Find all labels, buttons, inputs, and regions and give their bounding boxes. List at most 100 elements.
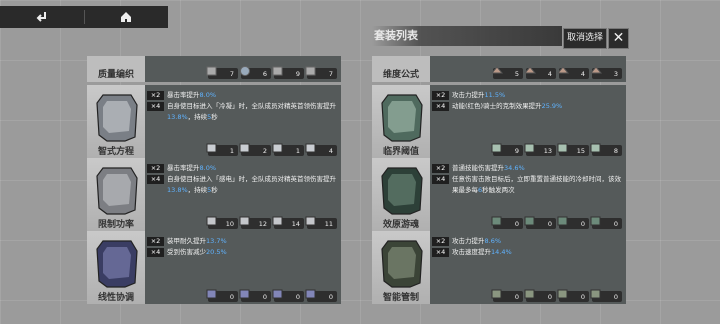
component-count: 0 xyxy=(580,292,585,301)
back-button[interactable] xyxy=(0,6,84,28)
component-part-icon xyxy=(557,143,568,153)
component-part-icon xyxy=(524,143,535,153)
effect-text: 任意伤害击败目标后，立即重置普通技能的冷却时间，该效果最多每6秒触发两次 xyxy=(452,174,622,196)
return-arrow-icon xyxy=(36,12,46,22)
effect-label: 动能(红色)骑士的克制效果提升 xyxy=(452,102,542,110)
component-counts: 5 4 4 3 xyxy=(490,66,622,79)
component-count: 1 xyxy=(295,146,300,155)
component-slot: 10 xyxy=(206,216,238,229)
suit-effects: ×2 暴击率提升8.0% ×4 自身使目标进入「冷凝」时，全队成员对精英首领伤害提升 1… xyxy=(147,90,337,123)
component-count: 0 xyxy=(514,219,519,228)
component-part-icon xyxy=(589,66,603,74)
effect-row: ×4 自身使目标进入「冷凝」时，全队成员对精英首领伤害提升13.8%，持续5秒 xyxy=(147,101,337,123)
suit-name: 质量编织 xyxy=(97,70,134,80)
component-slot: 11 xyxy=(305,216,337,229)
piece-count-badge: ×2 xyxy=(147,164,164,173)
suit-card[interactable]: 效原游魂 ×2 普通技能伤害提升34.6% ×4 任意伤害击败目标后，立即重置普通技能的… xyxy=(372,158,626,231)
component-part-icon xyxy=(206,143,217,153)
suit-armor-image xyxy=(381,240,423,288)
piece-count-badge: ×2 xyxy=(432,237,449,246)
effect-row: ×4 任意伤害击败目标后，立即重置普通技能的冷却时间，该效果最多每6秒触发两次 xyxy=(432,174,622,196)
component-slot: 9 xyxy=(491,143,523,156)
component-part-icon xyxy=(272,216,283,226)
component-slot: 4 xyxy=(523,66,556,79)
effect-label: 装甲耐久提升 xyxy=(167,237,206,245)
component-count: 0 xyxy=(262,292,267,301)
suit-card[interactable]: 智能管制 ×2 攻击力提升8.6% ×4 攻击速度提升14.4% 0 0 0 0 xyxy=(372,231,626,304)
component-part-icon xyxy=(590,216,601,226)
effect-text: 暴击率提升8.0% xyxy=(167,163,216,174)
suit-card-partial-left[interactable]: 质量编织 7 6 9 7 xyxy=(87,56,341,82)
component-counts: 1 2 1 4 xyxy=(206,143,337,156)
suit-card[interactable]: 智式方程 ×2 暴击率提升8.0% ×4 自身使目标进入「冷凝」时，全队成员对精英首领伤… xyxy=(87,85,341,158)
effect-value: 25.9% xyxy=(541,102,563,110)
close-button[interactable]: ✕ xyxy=(608,28,629,49)
component-part-icon xyxy=(524,289,535,299)
top-toolbar xyxy=(0,6,168,28)
effect-text: 攻击速度提升14.4% xyxy=(452,247,512,258)
component-count: 9 xyxy=(514,146,519,155)
effect-row: ×4 受到伤害减少20.5% xyxy=(147,247,337,258)
component-part-icon xyxy=(590,143,601,153)
cancel-selection-button[interactable]: 取消选择 xyxy=(563,28,607,49)
effect-value: 8.6% xyxy=(484,237,502,245)
component-slot: 1 xyxy=(206,143,238,156)
component-counts: 0 0 0 0 xyxy=(491,216,622,229)
component-slot: 0 xyxy=(491,289,523,302)
component-count: 0 xyxy=(547,292,552,301)
component-count: 0 xyxy=(514,292,519,301)
piece-count-badge: ×2 xyxy=(147,91,164,100)
component-slot: 0 xyxy=(524,216,556,229)
piece-count-badge: ×4 xyxy=(147,102,164,111)
component-slot: 0 xyxy=(305,289,337,302)
suit-name: 限制功率 xyxy=(97,220,134,230)
component-part-icon xyxy=(491,289,502,299)
component-count: 11 xyxy=(324,219,333,228)
component-slot: 3 xyxy=(589,66,622,79)
suit-name: 维度公式 xyxy=(382,70,419,80)
effect-value: 13.8% xyxy=(167,113,188,121)
suit-card[interactable]: 线性协调 ×2 装甲耐久提升13.7% ×4 受到伤害减少20.5% 0 0 0 0 xyxy=(87,231,341,304)
component-part-icon xyxy=(206,66,217,76)
piece-count-badge: ×2 xyxy=(432,164,449,173)
effect-text: 自身使目标进入「感电」时，全队成员对精英首领伤害提升13.8%，持续5秒 xyxy=(167,174,337,196)
suit-card[interactable]: 限制功率 ×2 暴击率提升8.0% ×4 自身使目标进入「感电」时，全队成员对精英首领伤… xyxy=(87,158,341,231)
component-count: 0 xyxy=(295,292,300,301)
effect-label: 攻击力提升 xyxy=(452,91,485,99)
suit-armor-image xyxy=(96,240,138,288)
component-count: 13 xyxy=(543,146,552,155)
suit-card-partial-right[interactable]: 维度公式 5 4 4 3 xyxy=(372,56,626,82)
effect-row: ×2 暴击率提升8.0% xyxy=(147,90,337,101)
effect-value: 13.8% xyxy=(167,186,188,194)
component-part-icon xyxy=(240,66,250,76)
home-button[interactable] xyxy=(85,6,169,28)
component-part-icon xyxy=(272,66,283,76)
component-part-icon xyxy=(523,66,537,74)
suit-effects: ×2 暴击率提升8.0% ×4 自身使目标进入「感电」时，全队成员对精英首领伤害提升1… xyxy=(147,163,337,196)
component-part-icon xyxy=(206,216,217,226)
effect-text: 攻击力提升11.5% xyxy=(452,90,505,101)
suit-name: 效原游魂 xyxy=(382,220,419,230)
component-slot: 6 xyxy=(240,66,271,79)
suit-name: 线性协调 xyxy=(97,293,134,303)
component-slot: 15 xyxy=(557,143,589,156)
component-count: 0 xyxy=(229,292,234,301)
effect-value: 11.5% xyxy=(484,91,506,99)
component-count: 1 xyxy=(229,146,234,155)
component-part-icon xyxy=(206,289,217,299)
piece-count-badge: ×4 xyxy=(147,248,164,257)
component-slot: 8 xyxy=(590,143,622,156)
piece-count-badge: ×4 xyxy=(432,175,449,184)
effect-value: 14.4% xyxy=(491,248,512,256)
suit-armor-image xyxy=(96,94,138,142)
piece-count-badge: ×4 xyxy=(147,175,164,184)
suit-armor-image xyxy=(381,94,423,142)
suit-card[interactable]: 临界阈值 ×2 攻击力提升11.5% ×4 动能(红色)骑士的克制效果提升25.9% 9 1… xyxy=(372,85,626,158)
component-count: 10 xyxy=(225,219,234,228)
effect-label: 自身使目标进入「冷凝」时，全队成员对精英首领伤害提升 xyxy=(167,102,336,110)
component-slot: 13 xyxy=(524,143,556,156)
component-count: 15 xyxy=(576,146,585,155)
effect-label: ，持续 xyxy=(187,113,208,121)
component-slot: 0 xyxy=(524,289,556,302)
effect-value: 8.0% xyxy=(199,164,217,172)
